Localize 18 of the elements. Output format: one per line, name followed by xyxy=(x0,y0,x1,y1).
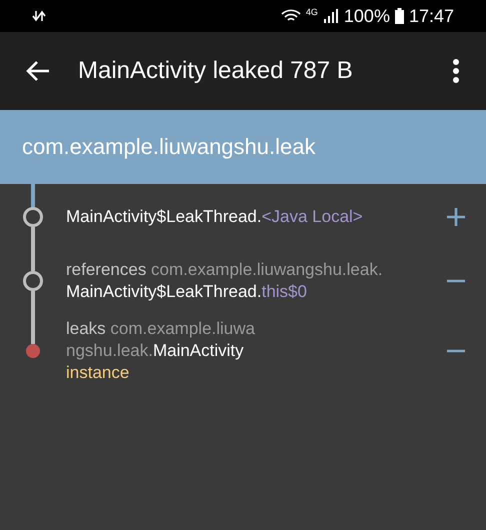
trace-text: references com.example.liuwangshu.leak. xyxy=(66,259,384,281)
trace-text: leaks com.example.liuwa xyxy=(66,318,256,340)
data-transfer-icon xyxy=(32,10,46,22)
package-title: com.example.liuwangshu.leak xyxy=(22,134,316,160)
expand-icon[interactable] xyxy=(446,207,466,227)
clock: 17:47 xyxy=(408,6,454,26)
battery-icon xyxy=(394,8,404,24)
back-arrow-icon[interactable] xyxy=(26,60,50,82)
trace-text: MainActivity$LeakThread.this$0 xyxy=(66,281,308,303)
more-options-icon[interactable] xyxy=(452,59,460,83)
network-type: 4G xyxy=(306,7,318,17)
battery-percent: 100% xyxy=(344,6,390,26)
trace-text: MainActivity$LeakThread.<Java Local> xyxy=(66,206,364,228)
wifi-icon xyxy=(280,9,301,23)
signal-icon xyxy=(322,9,339,23)
trace-text: instance xyxy=(66,362,130,384)
trace-text: ngshu.leak.MainActivity xyxy=(66,340,245,362)
screen-title: MainActivity leaked 787 B xyxy=(78,57,354,85)
